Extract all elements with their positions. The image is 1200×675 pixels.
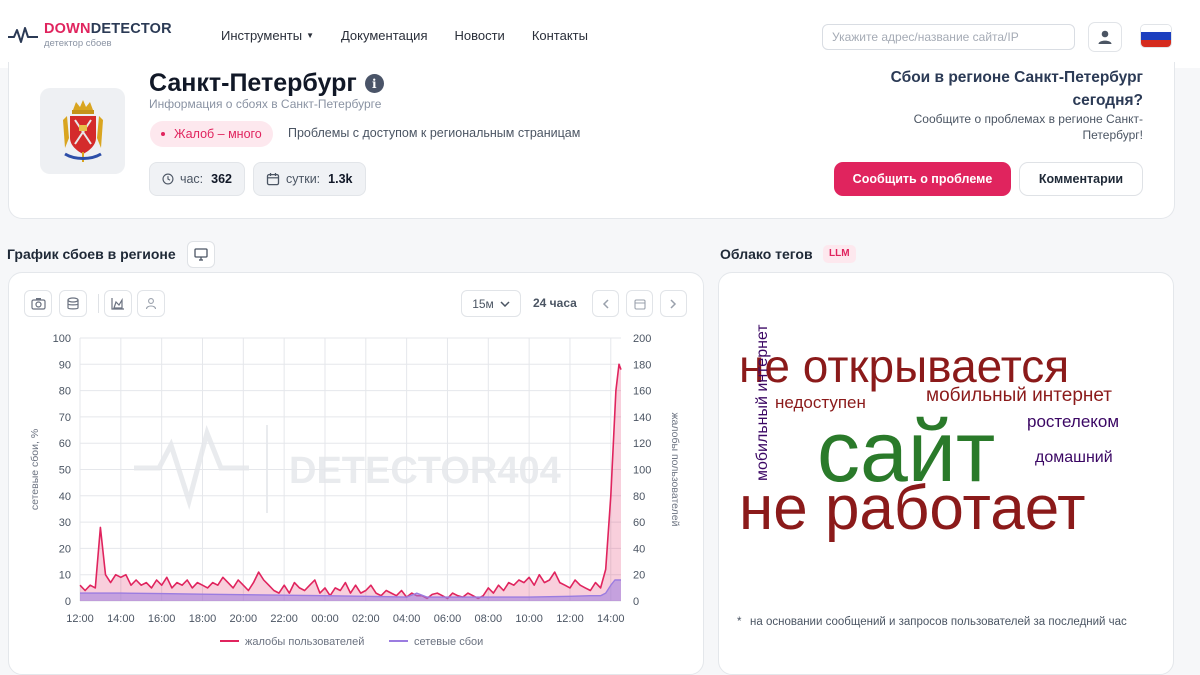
report-problem-button[interactable]: Сообщить о проблеме bbox=[834, 162, 1011, 196]
outage-chart-card: 15м 24 часа DETECTOR404 0 10 20 30 40 50 60 70 80… bbox=[8, 272, 704, 675]
nav-item-label: Инструменты bbox=[221, 28, 303, 43]
chart-section-title: График сбоев в регионе bbox=[7, 246, 176, 262]
footnote-text: на основании сообщений и запросов пользо… bbox=[750, 616, 1127, 628]
y-tick-label: 20 bbox=[59, 543, 71, 555]
legend-label: сетевые сбои bbox=[414, 636, 483, 648]
info-icon[interactable]: i bbox=[364, 74, 384, 93]
logo-text-detector: DETECTOR bbox=[90, 21, 172, 37]
page-subtitle: Информация о сбоях в Санкт-Петербурге bbox=[149, 97, 382, 111]
x-tick-label: 18:00 bbox=[189, 613, 217, 625]
region-question: Сбои в регионе Санкт-Петербург сегодня? bbox=[890, 69, 1143, 109]
stat-day: сутки: 1.3k bbox=[253, 162, 366, 196]
tags-section-title: Облако тегов bbox=[720, 246, 813, 262]
site-search-input[interactable] bbox=[822, 24, 1075, 50]
tag-word: ростелеком bbox=[1027, 412, 1120, 431]
tag-word: домашний bbox=[1035, 449, 1113, 466]
main-nav: Инструменты ▼ Документация Новости Контак… bbox=[221, 28, 588, 43]
y2-tick-label: 100 bbox=[633, 465, 651, 477]
x-tick-label: 02:00 bbox=[352, 613, 380, 625]
russia-flag-icon[interactable] bbox=[1140, 24, 1172, 48]
stat-day-value: 1.3k bbox=[328, 172, 353, 186]
tags-footnote: * на основании сообщений и запросов поль… bbox=[737, 613, 1157, 632]
y-tick-label: 100 bbox=[53, 333, 71, 345]
legend-label: жалобы пользователей bbox=[245, 636, 364, 648]
stat-hour: час: 362 bbox=[149, 162, 245, 196]
y-axis-title: сетевые сбои, % bbox=[29, 429, 41, 510]
llm-badge: LLM bbox=[823, 245, 856, 263]
x-tick-label: 22:00 bbox=[270, 613, 298, 625]
outage-chart: DETECTOR404 0 10 20 30 40 50 60 70 80 90 100 0 20 40 60… bbox=[29, 333, 681, 648]
x-tick-label: 06:00 bbox=[434, 613, 462, 625]
region-question-sub: Сообщите о проблемах в регионе Санкт-Пет… bbox=[913, 112, 1143, 142]
tag-word: не открывается bbox=[739, 340, 1070, 392]
status-badge: Жалоб – много bbox=[150, 121, 273, 147]
nav-item-contacts[interactable]: Контакты bbox=[532, 28, 588, 43]
y-tick-label: 50 bbox=[59, 465, 71, 477]
user-icon bbox=[1098, 30, 1112, 44]
x-tick-label: 20:00 bbox=[230, 613, 258, 625]
y2-tick-label: 80 bbox=[633, 491, 645, 503]
y-tick-label: 0 bbox=[65, 596, 71, 608]
y2-tick-label: 200 bbox=[633, 333, 651, 345]
nav-item-docs[interactable]: Документация bbox=[341, 28, 428, 43]
y-tick-label: 10 bbox=[59, 570, 71, 582]
y-tick-label: 40 bbox=[59, 491, 71, 503]
page-title: Санкт-Петербург i bbox=[149, 69, 384, 98]
calendar-icon bbox=[266, 173, 280, 186]
y-tick-label: 70 bbox=[59, 412, 71, 424]
x-tick-label: 14:00 bbox=[597, 613, 625, 625]
comments-button[interactable]: Комментарии bbox=[1019, 162, 1143, 196]
x-tick-label: 16:00 bbox=[148, 613, 176, 625]
x-tick-label: 12:00 bbox=[556, 613, 584, 625]
footnote-asterisk: * bbox=[737, 616, 742, 628]
x-tick-label: 12:00 bbox=[66, 613, 94, 625]
city-name: Санкт-Петербург bbox=[149, 69, 357, 97]
y2-tick-label: 120 bbox=[633, 438, 651, 450]
clock-icon bbox=[162, 173, 174, 185]
y2-tick-label: 20 bbox=[633, 570, 645, 582]
y2-tick-label: 40 bbox=[633, 543, 645, 555]
tag-cloud-card: не открывается мобильный интернет недост… bbox=[718, 272, 1174, 675]
y2-tick-label: 160 bbox=[633, 386, 651, 398]
y2-tick-label: 0 bbox=[633, 596, 639, 608]
stat-day-label: сутки: bbox=[286, 172, 321, 186]
monitor-icon bbox=[194, 248, 208, 261]
status-note: Проблемы с доступом к региональным стран… bbox=[288, 126, 581, 140]
tag-word: мобильный интернет bbox=[754, 324, 771, 481]
y-tick-label: 60 bbox=[59, 438, 71, 450]
tag-word: не работает bbox=[739, 474, 1086, 543]
expand-chart-button[interactable] bbox=[187, 241, 215, 268]
logo-subtitle: детектор сбоев bbox=[44, 37, 112, 49]
watermark-text: DETECTOR404 bbox=[289, 450, 561, 492]
x-tick-label: 00:00 bbox=[311, 613, 339, 625]
nav-item-tools[interactable]: Инструменты ▼ bbox=[221, 28, 314, 43]
nav-item-news[interactable]: Новости bbox=[454, 28, 504, 43]
y2-axis-title: жалобы пользователей bbox=[669, 413, 681, 527]
x-tick-label: 08:00 bbox=[475, 613, 503, 625]
pulse-logo-icon bbox=[8, 27, 38, 43]
site-logo[interactable]: DOWNDETECTOR детектор сбоев bbox=[8, 22, 172, 48]
tag-word: мобильный интернет bbox=[926, 385, 1113, 406]
y2-tick-label: 140 bbox=[633, 412, 651, 424]
y2-tick-label: 180 bbox=[633, 359, 651, 371]
y-tick-label: 90 bbox=[59, 359, 71, 371]
y2-tick-label: 60 bbox=[633, 517, 645, 529]
x-tick-label: 14:00 bbox=[107, 613, 135, 625]
top-navbar: DOWNDETECTOR детектор сбоев Инструменты ▼… bbox=[0, 0, 1200, 68]
caret-down-icon: ▼ bbox=[306, 31, 314, 40]
region-card: Санкт-Петербург i Информация о сбоях в С… bbox=[8, 62, 1175, 219]
stat-hour-value: 362 bbox=[211, 172, 232, 186]
coat-of-arms-image bbox=[40, 88, 125, 174]
logo-text-down: DOWN bbox=[44, 21, 91, 37]
stat-hour-label: час: bbox=[179, 172, 204, 186]
y-tick-label: 80 bbox=[59, 386, 71, 398]
x-tick-label: 04:00 bbox=[393, 613, 421, 625]
y-tick-label: 30 bbox=[59, 517, 71, 529]
x-tick-label: 10:00 bbox=[515, 613, 543, 625]
user-account-button[interactable] bbox=[1088, 22, 1122, 52]
